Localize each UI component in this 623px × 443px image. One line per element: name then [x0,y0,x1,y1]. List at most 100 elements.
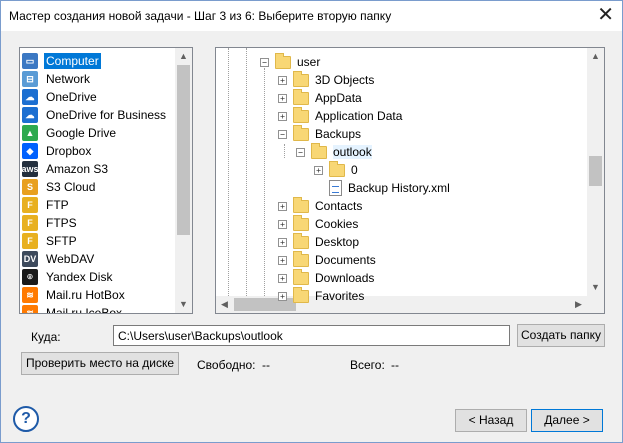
collapse-icon[interactable]: − [296,147,305,157]
sftp-icon: F [22,233,38,249]
tree-node[interactable]: + Documents [278,250,376,269]
next-button[interactable]: Далее > [531,409,603,432]
onedrive-business-icon: ☁ [22,107,38,123]
yandex-disk-icon: ⌾ [22,269,38,285]
tree-node-label: Documents [315,253,376,267]
destination-label: Куда: [31,330,61,344]
total-space-label: Всего: [350,358,385,372]
tree-node[interactable]: − user [260,52,321,71]
folder-icon [293,88,309,105]
folder-tree-hscrollbar[interactable]: ◀ ▶ [216,296,604,313]
location-item[interactable]: F FTPS [22,214,79,232]
tree-node-label: user [297,55,321,69]
scroll-up-icon[interactable]: ▲ [175,48,192,65]
check-disk-space-button[interactable]: Проверить место на диске [21,352,179,375]
location-label: Network [46,72,91,86]
scroll-down-icon[interactable]: ▼ [587,279,604,296]
tree-node-label: Downloads [315,271,375,285]
location-item[interactable]: aws Amazon S3 [22,160,110,178]
location-list[interactable]: ▲ ▼ ▭ Computer ⊟ Network ☁ OneDrive ☁ OneDrive … [19,47,193,314]
expand-icon[interactable]: + [314,165,323,175]
ftp-icon: F [22,197,38,213]
tree-node[interactable]: + AppData [278,88,362,107]
tree-node[interactable]: + Favorites [278,286,364,305]
location-item[interactable]: ▭ Computer [22,52,101,70]
back-button[interactable]: < Назад [455,409,527,432]
destination-path-input[interactable]: C:\Users\user\Backups\outlook [113,325,510,346]
location-item[interactable]: ☁ OneDrive for Business [22,106,168,124]
folder-icon [329,160,345,177]
scroll-up-icon[interactable]: ▲ [587,48,604,65]
folder-icon [311,142,327,159]
location-item[interactable]: ▲ Google Drive [22,124,118,142]
expand-icon[interactable]: + [278,291,287,301]
collapse-icon[interactable]: − [260,57,269,67]
title-bar: Мастер создания новой задачи - Шаг 3 из … [1,1,622,31]
scroll-down-icon[interactable]: ▼ [175,296,192,313]
expand-icon[interactable]: + [278,201,287,211]
tree-node[interactable]: +3D Objects [278,70,374,89]
tree-node[interactable]: + Contacts [278,196,362,215]
dropbox-icon: ◆ [22,143,38,159]
location-label: Yandex Disk [46,270,113,284]
scroll-left-icon[interactable]: ◀ [216,296,233,313]
scroll-right-icon[interactable]: ▶ [570,296,587,313]
location-label: Google Drive [46,126,117,140]
location-label: FTP [46,198,69,212]
location-item[interactable]: ≋ Mail.ru HotBox [22,286,127,304]
location-item[interactable]: ≋ Mail.ru IceBox [22,304,124,313]
ftps-icon: F [22,215,38,231]
expand-icon[interactable]: + [278,237,287,247]
tree-node[interactable]: + Cookies [278,214,359,233]
location-list-scrollbar[interactable]: ▲ ▼ [175,48,192,313]
tree-node[interactable]: + Desktop [278,232,359,251]
folder-icon [293,250,309,267]
location-label: S3 Cloud [46,180,96,194]
collapse-icon[interactable]: − [278,129,287,139]
tree-node-label: Backup History.xml [348,181,450,195]
tree-node[interactable]: + Application Data [278,106,402,125]
location-item[interactable]: ⊟ Network [22,70,92,88]
onedrive-icon: ☁ [22,89,38,105]
expand-icon[interactable]: + [278,111,287,121]
tree-node[interactable]: +0 [314,160,358,179]
tree-guide-line [246,48,247,298]
tree-node[interactable]: − outlook [296,142,372,161]
tree-node[interactable]: − Backups [278,124,361,143]
scrollbar-thumb[interactable] [589,156,602,186]
location-item[interactable]: F FTP [22,196,71,214]
tree-node[interactable]: Backup History.xml [314,179,450,197]
help-icon[interactable]: ? [13,406,39,432]
folder-tree-vscrollbar[interactable]: ▲ ▼ [587,48,604,313]
folder-icon [293,214,309,231]
xml-file-icon [329,180,342,196]
scrollbar-thumb[interactable] [177,65,190,235]
location-label: SFTP [46,234,77,248]
total-space-value: -- [391,358,399,372]
location-item[interactable]: F SFTP [22,232,79,250]
expand-icon[interactable]: + [278,75,287,85]
create-folder-button[interactable]: Создать папку [517,324,605,347]
location-label: OneDrive for Business [46,108,167,122]
location-label: Dropbox [46,144,92,158]
folder-tree[interactable]: ▲ ▼ ◀ ▶ − user +3D Objects + AppData + Applica… [215,47,605,314]
location-label: Computer [44,53,101,69]
expand-icon[interactable]: + [278,219,287,229]
location-item[interactable]: S S3 Cloud [22,178,97,196]
location-label: Amazon S3 [46,162,109,176]
tree-guide-line [264,68,265,298]
tree-node[interactable]: + Downloads [278,268,375,287]
location-label: FTPS [46,216,77,230]
expand-icon[interactable]: + [278,255,287,265]
location-item[interactable]: ◆ Dropbox [22,142,93,160]
close-icon[interactable]: ✕ [597,4,614,26]
location-item[interactable]: ⌾ Yandex Disk [22,268,114,286]
tree-node-label: Cookies [315,217,359,231]
folder-icon [293,106,309,123]
expand-icon[interactable]: + [278,273,287,283]
location-item[interactable]: ☁ OneDrive [22,88,99,106]
expand-icon[interactable]: + [278,93,287,103]
location-item[interactable]: DV WebDAV [22,250,96,268]
folder-icon [275,52,291,69]
tree-node-label: outlook [333,145,372,159]
